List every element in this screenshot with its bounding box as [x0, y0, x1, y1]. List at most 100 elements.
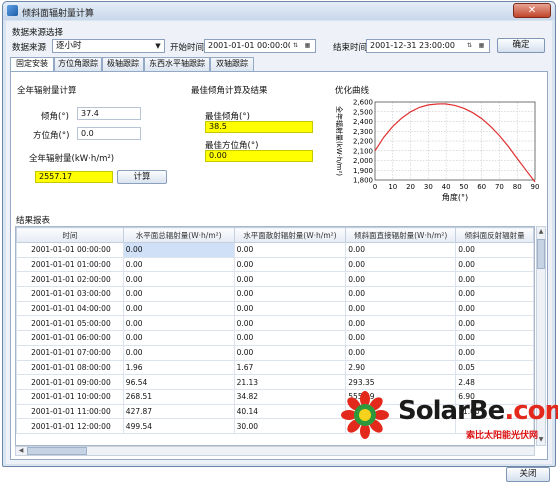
table-cell[interactable]: 2001-01-01 07:00:00	[16, 344, 124, 361]
table-cell[interactable]: 0.00	[345, 330, 457, 346]
chart-y-tick-label: 2,000	[353, 157, 373, 165]
tab-ew-horizontal-tracking[interactable]: 东西水平轴跟踪	[144, 57, 210, 71]
chart-y-tick-label: 2,100	[353, 147, 373, 155]
column-header[interactable]: 水平面散射辐射量(W·h/m²)	[233, 227, 347, 243]
table-cell[interactable]: 0.00	[122, 330, 235, 346]
table-cell[interactable]: 0.00	[455, 256, 534, 273]
table-cell[interactable]: 96.54	[122, 374, 235, 390]
table-cell[interactable]: 1.67	[233, 359, 347, 376]
window-close-button[interactable]: ✕	[513, 3, 551, 18]
table-row[interactable]: 2001-01-01 08:00:00 1.96 1.67 2.90 0.05	[16, 359, 534, 376]
table-cell[interactable]: 0.00	[455, 271, 534, 288]
spin-icon[interactable]: ⇅	[291, 41, 300, 51]
table-cell[interactable]: 2001-01-01 03:00:00	[16, 286, 124, 302]
table-cell[interactable]: 2001-01-01 04:00:00	[16, 300, 124, 317]
table-cell[interactable]: 0.00	[345, 300, 457, 317]
end-time-label: 结束时间	[333, 43, 368, 53]
confirm-button[interactable]: 确定	[497, 38, 545, 53]
table-cell[interactable]: 2001-01-01 02:00:00	[16, 271, 124, 288]
source-select[interactable]: 逐小时 ▼	[52, 39, 165, 53]
column-header[interactable]: 水平面总辐射量(W·h/m²)	[122, 227, 235, 243]
table-cell[interactable]: 0.00	[345, 344, 457, 361]
table-cell[interactable]: 0.00	[233, 256, 347, 273]
table-cell[interactable]: 268.51	[122, 388, 235, 405]
tab-polar-tracking[interactable]: 极轴跟踪	[102, 57, 144, 71]
table-cell[interactable]: 0.00	[233, 242, 347, 258]
source-label: 数据来源	[12, 43, 47, 53]
table-cell[interactable]: 0.00	[122, 256, 235, 273]
report-horizontal-scrollbar[interactable]: ◀	[15, 446, 535, 456]
table-cell[interactable]: 30.00	[233, 418, 347, 434]
table-cell[interactable]: 0.00	[233, 286, 347, 302]
table-row[interactable]: 2001-01-01 06:00:00 0.00 0.00 0.00 0.00	[16, 330, 534, 346]
report-title: 结果报表	[16, 216, 51, 226]
table-cell[interactable]: 0.00	[345, 256, 457, 273]
table-cell[interactable]: 0.00	[345, 242, 457, 258]
table-cell[interactable]: 0.00	[455, 286, 534, 302]
table-cell[interactable]: 2001-01-01 09:00:00	[16, 374, 124, 390]
tab-azimuth-tracking[interactable]: 方位角跟踪	[54, 57, 102, 71]
chart-x-tick-label: 60	[477, 183, 486, 191]
table-cell[interactable]: 0.00	[455, 344, 534, 361]
table-cell[interactable]: 2.90	[345, 359, 457, 376]
table-row[interactable]: 2001-01-01 02:00:00 0.00 0.00 0.00 0.00	[16, 271, 534, 288]
table-cell[interactable]: 0.00	[345, 271, 457, 288]
scroll-thumb[interactable]	[537, 239, 545, 269]
table-cell[interactable]: 0.00	[455, 315, 534, 332]
table-cell[interactable]: 0.00	[345, 315, 457, 332]
column-header[interactable]: 时间	[16, 227, 124, 243]
close-button[interactable]: 关闭	[506, 467, 550, 482]
table-cell[interactable]: 0.00	[455, 300, 534, 317]
table-cell[interactable]: 2001-01-01 12:00:00	[16, 418, 124, 434]
table-cell[interactable]: 0.00	[233, 315, 347, 332]
table-cell[interactable]: 0.00	[233, 271, 347, 288]
table-cell[interactable]: 0.00	[122, 315, 235, 332]
table-cell[interactable]: 427.87	[122, 403, 235, 420]
table-row[interactable]: 2001-01-01 05:00:00 0.00 0.00 0.00 0.00	[16, 315, 534, 332]
table-cell[interactable]: 2001-01-01 06:00:00	[16, 330, 124, 346]
table-cell[interactable]: 0.00	[455, 330, 534, 346]
table-cell[interactable]: 1.96	[122, 359, 235, 376]
table-cell[interactable]: 2001-01-01 08:00:00	[16, 359, 124, 376]
table-cell[interactable]: 2001-01-01 01:00:00	[16, 256, 124, 273]
table-cell[interactable]: 0.00	[122, 286, 235, 302]
table-row[interactable]: 2001-01-01 03:00:00 0.00 0.00 0.00 0.00	[16, 286, 534, 302]
table-row[interactable]: 2001-01-01 00:00:00 0.00 0.00 0.00 0.00	[16, 242, 534, 258]
table-cell[interactable]: 0.00	[455, 242, 534, 258]
table-row[interactable]: 2001-01-01 04:00:00 0.00 0.00 0.00 0.00	[16, 300, 534, 317]
table-cell[interactable]: 34.82	[233, 388, 347, 405]
table-cell[interactable]: 0.00	[233, 300, 347, 317]
table-cell[interactable]: 499.54	[122, 418, 235, 434]
table-cell[interactable]: 2001-01-01 05:00:00	[16, 315, 124, 332]
tab-fixed[interactable]: 固定安装	[10, 57, 54, 72]
scroll-left-icon[interactable]: ◀	[16, 447, 26, 455]
table-cell[interactable]: 0.00	[122, 344, 235, 361]
table-cell[interactable]: 0.00	[122, 271, 235, 288]
spin-icon[interactable]: ⇅	[465, 41, 474, 51]
table-cell[interactable]: 0.05	[455, 359, 534, 376]
column-header[interactable]: 倾斜面直接辐射量(W·h/m²)	[345, 227, 457, 243]
close-icon: ✕	[527, 5, 537, 16]
calendar-icon[interactable]: ▦	[303, 41, 312, 51]
scroll-up-icon[interactable]: ▲	[537, 227, 545, 237]
tilt-label: 倾角(°)	[41, 112, 69, 122]
table-cell[interactable]: 0.00	[122, 242, 235, 258]
table-cell[interactable]: 0.00	[233, 344, 347, 361]
table-row[interactable]: 2001-01-01 07:00:00 0.00 0.00 0.00 0.00	[16, 344, 534, 361]
table-cell[interactable]: 21.13	[233, 374, 347, 390]
tilt-input[interactable]: 37.4	[77, 107, 141, 120]
table-cell[interactable]: 0.00	[122, 300, 235, 317]
table-row[interactable]: 2001-01-01 01:00:00 0.00 0.00 0.00 0.00	[16, 256, 534, 273]
scroll-thumb[interactable]	[27, 447, 87, 455]
calculate-button[interactable]: 计算	[117, 170, 167, 184]
table-cell[interactable]: 0.00	[345, 286, 457, 302]
azimuth-input[interactable]: 0.0	[77, 127, 141, 140]
table-cell[interactable]: 2001-01-01 11:00:00	[16, 403, 124, 420]
table-cell[interactable]: 2001-01-01 10:00:00	[16, 388, 124, 405]
table-cell[interactable]: 2001-01-01 00:00:00	[16, 242, 124, 258]
table-cell[interactable]: 0.00	[233, 330, 347, 346]
tab-dual-axis-tracking[interactable]: 双轴跟踪	[210, 57, 254, 71]
table-cell[interactable]: 40.14	[233, 403, 347, 420]
column-header[interactable]: 倾斜面反射辐射量	[455, 227, 534, 243]
calendar-icon[interactable]: ▦	[477, 41, 486, 51]
